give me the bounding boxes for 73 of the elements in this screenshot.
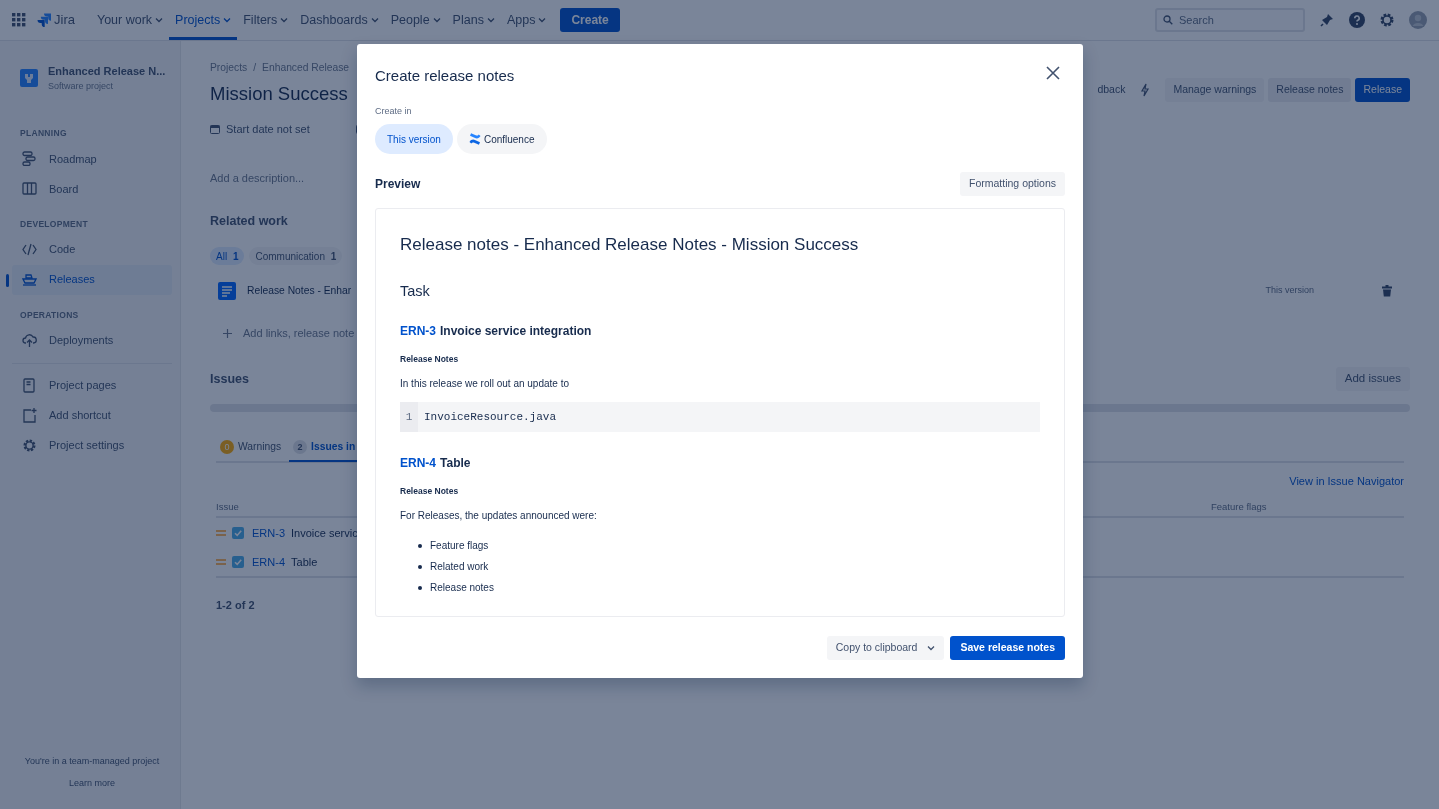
action-button[interactable]: Manage warnings: [1165, 78, 1265, 102]
destination-tab[interactable]: This version: [375, 124, 453, 154]
save-release-notes-button[interactable]: Save release notes: [950, 636, 1065, 660]
sidebar-item[interactable]: Roadmap: [12, 143, 172, 174]
sidebar-item[interactable]: Deployments: [12, 325, 172, 356]
project-type: Software project: [48, 79, 115, 93]
sidebar-link[interactable]: Add shortcut: [12, 400, 172, 431]
nav-menu-item[interactable]: Plans: [446, 0, 501, 40]
body-text: For Releases, the updates announced were:: [400, 509, 597, 523]
issue-summary: Table: [440, 456, 471, 470]
action-button[interactable]: Release notes: [1268, 78, 1352, 102]
add-links-field[interactable]: Add links, release note: [243, 324, 355, 342]
column-header: Feature flags: [1211, 499, 1268, 514]
project-name: Enhanced Release N...: [48, 64, 166, 79]
destination-tab[interactable]: Confluence: [456, 124, 547, 154]
section-heading: DEVELOPMENT: [19, 217, 89, 231]
issue-key-link[interactable]: ERN-3: [400, 324, 436, 338]
breadcrumb-link[interactable]: Projects: [210, 60, 248, 76]
section-heading: Issues: [210, 370, 249, 388]
issue-key-link[interactable]: ERN-4: [252, 553, 285, 571]
filter-chip[interactable]: All 1: [210, 247, 245, 265]
issues-tab[interactable]: 0 Warnings: [216, 434, 286, 462]
list-item: Feature flags: [430, 539, 489, 553]
issue-key-link[interactable]: ERN-3: [252, 524, 285, 542]
create-button[interactable]: Create: [560, 8, 620, 32]
sidebar-link[interactable]: Project pages: [12, 370, 172, 401]
section-heading: OPERATIONS: [19, 308, 80, 322]
sidebar-link[interactable]: Project settings: [12, 430, 172, 461]
issue-key-link[interactable]: ERN-4: [400, 456, 436, 470]
learn-more-link[interactable]: Learn more: [69, 777, 115, 791]
footer-note: You're in a team-managed project: [23, 754, 161, 768]
sidebar-item[interactable]: Board: [12, 173, 172, 204]
section-title: Task: [400, 282, 430, 301]
preview-label: Preview: [375, 176, 421, 193]
related-item-link[interactable]: Release Notes - Enhar: [247, 283, 352, 299]
feedback-link[interactable]: dback: [1097, 82, 1126, 98]
field-label: Release Notes: [400, 353, 459, 366]
issue-summary: Table: [291, 554, 318, 570]
list-item: Release notes: [430, 581, 494, 595]
breadcrumb-link[interactable]: Enhanced Release: [262, 60, 350, 76]
issue-summary: Invoice servic: [291, 525, 358, 541]
issue-summary: Invoice service integration: [440, 324, 592, 338]
preview-heading: Release notes - Enhanced Release Notes - Mission Success: [400, 234, 859, 256]
section-heading: PLANNING: [19, 127, 68, 140]
list-item: Related work: [430, 560, 489, 574]
code-line: InvoiceResource.java: [423, 409, 557, 425]
breadcrumb-separator: /: [253, 61, 257, 76]
issue-navigator-link[interactable]: View in Issue Navigator: [1289, 473, 1404, 489]
filter-chip[interactable]: Communication 1: [249, 247, 343, 265]
nav-menu-item[interactable]: Apps: [500, 0, 553, 40]
section-heading: Related work: [210, 213, 288, 230]
line-number: 1: [400, 402, 418, 432]
field-label: Release Notes: [400, 485, 459, 498]
formatting-options-button[interactable]: Formatting options: [960, 172, 1065, 196]
body-text: In this release we roll out an update to: [400, 377, 569, 391]
nav-menu-item[interactable]: Filters: [237, 0, 295, 40]
search-field[interactable]: Search: [1155, 8, 1305, 32]
field-label: Create in: [375, 105, 412, 118]
pagination-text: 1-2 of 2: [216, 598, 255, 613]
add-issues-button[interactable]: Add issues: [1335, 367, 1410, 391]
nav-menu-item[interactable]: Your work: [90, 0, 170, 40]
dialog-title: Create release notes: [375, 65, 515, 86]
action-button[interactable]: Release: [1355, 78, 1410, 102]
nav-menu-item[interactable]: People: [384, 0, 447, 40]
page-title: Mission Success: [210, 82, 348, 107]
nav-menu-item[interactable]: Dashboards: [294, 0, 385, 40]
location-text: This version: [1265, 284, 1314, 298]
column-header: Issue: [216, 499, 239, 514]
copy-to-clipboard-button[interactable]: Copy to clipboard: [826, 636, 945, 660]
sidebar-item[interactable]: Code: [12, 234, 172, 265]
product-name: Jira: [54, 11, 75, 30]
start-date[interactable]: Start date not set: [226, 120, 310, 138]
description-field[interactable]: Add a description...: [210, 168, 350, 188]
